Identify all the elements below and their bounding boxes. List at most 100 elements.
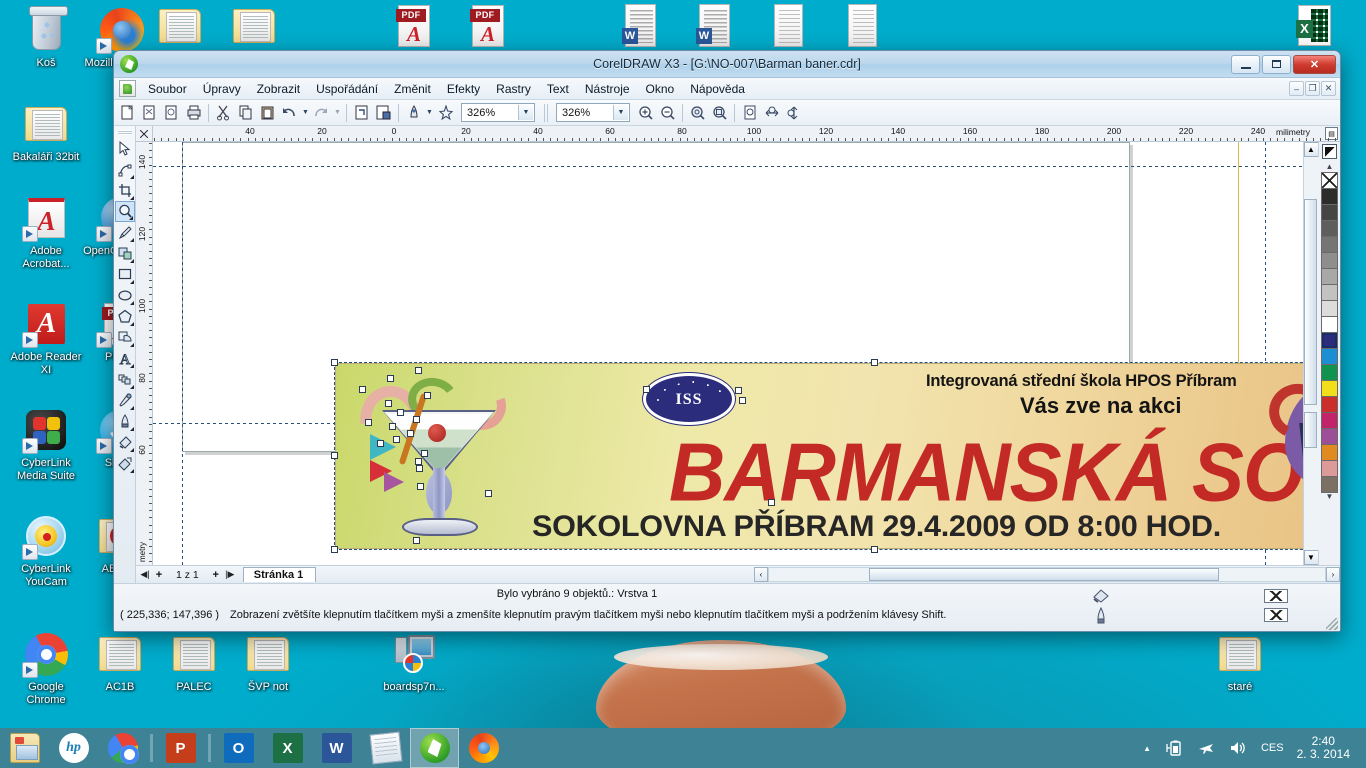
selection-handle shc[interactable] — [485, 490, 492, 497]
color-swatch[interactable] — [1321, 476, 1338, 493]
standard-toolbar[interactable]: ▼ ▼ ▼ 326% ▼ 326% ▼ — [114, 100, 1340, 126]
copy-icon[interactable] — [235, 102, 256, 123]
menu-upravy[interactable]: Úpravy — [195, 80, 249, 98]
desktop-icon-adobe-acrobat[interactable]: Adobe Acrobat... — [8, 194, 84, 270]
rectangle-tool[interactable] — [115, 264, 135, 285]
menu-bar[interactable]: Soubor Úpravy Zobrazit Uspořádání Změnit… — [114, 78, 1340, 100]
color-swatch[interactable] — [1321, 268, 1338, 285]
toolbox[interactable]: A — [114, 126, 136, 583]
zoom-page-height-icon[interactable] — [783, 102, 804, 123]
clock[interactable]: 2:40 2. 3. 2014 — [1291, 735, 1360, 761]
desktop-icon-recycle-bin[interactable]: Koš — [8, 6, 84, 70]
scroll-thumb-secondary[interactable] — [1303, 412, 1317, 448]
scroll-right-button[interactable]: › — [1326, 567, 1340, 582]
undo-icon[interactable] — [279, 102, 300, 123]
ellipse-tool[interactable] — [115, 285, 135, 306]
page-navigator[interactable]: ◀| + 1 z 1 + |▶ Stránka 1 ‹ › — [136, 565, 1340, 583]
selection-handle[interactable] — [735, 387, 742, 394]
close-button[interactable]: ✕ — [1293, 54, 1336, 74]
selection-handle[interactable] — [417, 483, 424, 490]
color-swatch[interactable] — [1321, 236, 1338, 253]
menu-efekty[interactable]: Efekty — [439, 80, 488, 98]
system-tray[interactable]: ▲ CES 2:40 2. 3. 2014 — [1136, 728, 1366, 768]
selection-handle[interactable] — [393, 436, 400, 443]
selection-handle[interactable] — [331, 452, 338, 459]
color-swatch[interactable] — [1321, 412, 1338, 429]
import-icon[interactable] — [351, 102, 372, 123]
selection-handle[interactable] — [377, 440, 384, 447]
menu-rastry[interactable]: Rastry — [488, 80, 539, 98]
desktop-icon-svp-not[interactable]: ŠVP not — [230, 630, 306, 694]
taskbar-word[interactable] — [312, 728, 361, 768]
desktop-icon-pdf[interactable]: PDF A — [376, 2, 452, 53]
color-swatch[interactable] — [1321, 284, 1338, 301]
color-swatch[interactable] — [1321, 364, 1338, 381]
palette-scroll-up[interactable]: ▲ — [1326, 162, 1334, 172]
toolbox-grip[interactable] — [117, 130, 132, 135]
color-swatch[interactable] — [1321, 204, 1338, 221]
desktop-icon-boardsp7n[interactable]: boardsp7n... — [376, 630, 452, 694]
zoom-out-icon[interactable] — [657, 102, 678, 123]
coreldraw-window[interactable]: CorelDRAW X3 - [G:\NO-007\Barman baner.c… — [113, 50, 1341, 632]
zoom-selection-icon[interactable] — [709, 102, 730, 123]
drawing-canvas[interactable]: ISS Integrovaná střední škola HPOS Příbr… — [153, 142, 1303, 565]
menu-napoveda[interactable]: Nápověda — [682, 80, 753, 98]
show-hidden-icons-button[interactable]: ▲ — [1136, 728, 1158, 768]
chevron-down-icon[interactable]: ▼ — [518, 105, 533, 120]
smart-fill-tool[interactable] — [115, 243, 135, 264]
zoom-page-width-icon[interactable] — [761, 102, 782, 123]
desktop-icon-adobe-reader[interactable]: Adobe Reader XI — [8, 300, 84, 376]
page-tab[interactable]: Stránka 1 — [242, 567, 317, 582]
eyedropper-tool[interactable] — [115, 390, 135, 411]
window-titlebar[interactable]: CorelDRAW X3 - [G:\NO-007\Barman baner.c… — [114, 51, 1340, 78]
selection-handle[interactable] — [331, 546, 338, 553]
taskbar-hp-support[interactable] — [49, 728, 98, 768]
mdi-window-controls[interactable]: – ❐ ✕ — [1289, 81, 1340, 96]
selection-handle[interactable] — [416, 465, 423, 472]
chevron-down-icon[interactable]: ▼ — [613, 105, 628, 120]
battery-icon[interactable] — [1158, 728, 1190, 768]
fill-none-indicator[interactable] — [1264, 589, 1288, 603]
launcher-dropdown-icon[interactable]: ▼ — [425, 102, 434, 123]
zoom-all-objects-icon[interactable] — [687, 102, 708, 123]
zoom-page-icon[interactable] — [739, 102, 760, 123]
menu-text[interactable]: Text — [539, 80, 577, 98]
cut-icon[interactable] — [213, 102, 234, 123]
menu-zobrazit[interactable]: Zobrazit — [249, 80, 308, 98]
selection-handle[interactable] — [413, 537, 420, 544]
blend-tool[interactable] — [115, 369, 135, 390]
desktop-icon-blank-doc[interactable] — [750, 2, 826, 53]
scroll-down-button[interactable]: ▼ — [1303, 550, 1319, 565]
selection-handle[interactable] — [397, 409, 404, 416]
selection-handle[interactable] — [389, 423, 396, 430]
color-swatch-selected[interactable] — [1321, 332, 1338, 349]
taskbar-powerpoint[interactable] — [156, 728, 205, 768]
selection-handle[interactable] — [387, 375, 394, 382]
desktop-icon-palec[interactable]: PALEC — [156, 630, 232, 694]
export-icon[interactable] — [373, 102, 394, 123]
desktop-icon-stare[interactable]: staré — [1202, 630, 1278, 694]
taskbar-coreldraw[interactable] — [410, 728, 459, 768]
polygon-tool[interactable] — [115, 306, 135, 327]
selection-handle[interactable] — [739, 397, 746, 404]
zoom-tool[interactable] — [114, 201, 135, 222]
color-swatch[interactable] — [1321, 348, 1338, 365]
volume-icon[interactable] — [1222, 728, 1254, 768]
color-swatch[interactable] — [1321, 252, 1338, 269]
menu-soubor[interactable]: Soubor — [140, 80, 195, 98]
color-swatch[interactable] — [1321, 188, 1338, 205]
open-document-icon[interactable] — [139, 102, 160, 123]
desktop-icon-ac1b[interactable]: AC1B — [82, 630, 158, 694]
redo-icon[interactable] — [311, 102, 332, 123]
options-icon[interactable] — [435, 102, 456, 123]
taskbar-outlook[interactable] — [214, 728, 263, 768]
desktop-icon-blank-doc[interactable] — [824, 2, 900, 53]
desktop-icon-word-doc[interactable]: W — [602, 2, 678, 53]
zoom-level-combo-2[interactable]: 326% ▼ — [556, 103, 630, 122]
horizontal-ruler[interactable]: 40 20 0 20 40 60 80 100 120 140 160 180 … — [153, 126, 1340, 142]
scroll-track[interactable] — [1303, 157, 1319, 550]
taskbar-firefox[interactable] — [459, 728, 508, 768]
scroll-thumb[interactable] — [869, 568, 1219, 581]
menu-usporadani[interactable]: Uspořádání — [308, 80, 386, 98]
desktop-icon-cyberlink-youcam[interactable]: CyberLink YouCam — [8, 512, 84, 588]
